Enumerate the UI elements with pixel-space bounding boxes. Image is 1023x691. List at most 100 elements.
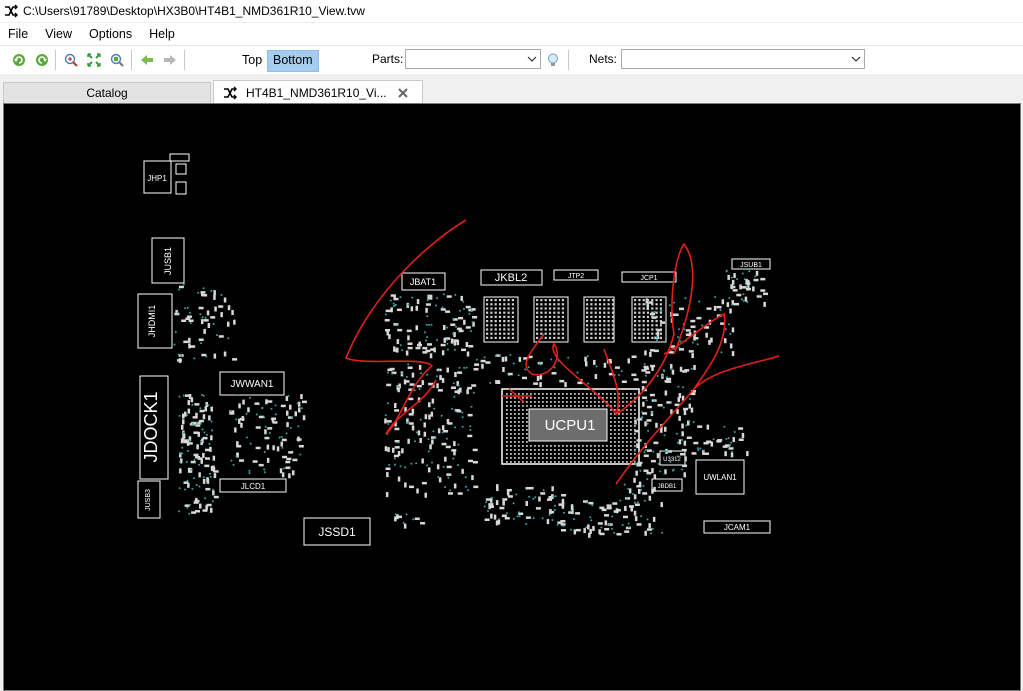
rotate-right-icon[interactable] — [33, 51, 51, 69]
via — [289, 426, 292, 429]
smd-pad — [589, 528, 592, 534]
tab-catalog[interactable]: Catalog — [3, 82, 211, 103]
zoom-fit-icon[interactable] — [85, 51, 103, 69]
smd-pad — [604, 528, 610, 531]
cpu-ball — [534, 449, 536, 451]
via — [636, 501, 639, 504]
via — [552, 495, 555, 498]
smd-pad — [653, 349, 659, 353]
smd-pad — [408, 397, 414, 401]
memory-ball — [553, 332, 556, 335]
via — [441, 431, 444, 434]
cpu-ball — [570, 449, 572, 451]
smd-pad — [213, 290, 216, 296]
via — [645, 399, 648, 402]
board-viewport[interactable]: JHP1 JUSB1 JHDMI1 JDOCK1 JUSB3 JWWAN1 JL… — [3, 103, 1021, 691]
smd-pad — [276, 446, 280, 452]
smd-pad — [191, 511, 197, 514]
zoom-in-icon[interactable] — [62, 51, 80, 69]
via — [701, 324, 704, 327]
zoom-area-icon[interactable] — [108, 51, 126, 69]
cpu-ball — [594, 461, 596, 463]
lightbulb-icon[interactable] — [544, 51, 562, 69]
cpu-ball — [554, 401, 556, 403]
via — [585, 501, 588, 504]
cpu-ball — [526, 457, 528, 459]
memory-ball — [642, 307, 645, 310]
cpu-ball — [538, 457, 540, 459]
via — [563, 511, 566, 514]
smd-pad — [760, 277, 766, 281]
smd-pad — [592, 526, 595, 531]
smd-pad — [255, 446, 261, 450]
pcb-board-canvas[interactable]: JHP1 JUSB1 JHDMI1 JDOCK1 JUSB3 JWWAN1 JL… — [4, 104, 1020, 690]
via — [587, 382, 590, 385]
forward-arrow-icon[interactable] — [161, 51, 179, 69]
via — [268, 432, 271, 434]
menu-options[interactable]: Options — [81, 23, 141, 45]
smd-pad — [587, 524, 590, 530]
cpu-ball — [566, 405, 568, 407]
via — [618, 374, 620, 376]
cpu-ball — [586, 453, 588, 455]
memory-ball — [598, 328, 602, 331]
memory-ball — [607, 336, 610, 339]
cpu-ball — [522, 437, 524, 439]
memory-ball — [486, 336, 489, 339]
rotate-left-icon[interactable] — [10, 51, 28, 69]
via — [401, 372, 404, 375]
via — [748, 270, 751, 273]
nets-combobox[interactable] — [621, 49, 865, 69]
memory-ball — [611, 307, 614, 310]
via — [483, 505, 486, 508]
via — [399, 296, 402, 299]
side-bottom-button[interactable]: Bottom — [267, 50, 319, 72]
menu-help[interactable]: Help — [141, 23, 184, 45]
menu-view[interactable]: View — [37, 23, 81, 45]
tab-board-view[interactable]: HT4B1_NMD361R10_Vi... — [213, 80, 423, 104]
cpu-ball — [598, 405, 600, 407]
smd-pad — [184, 411, 187, 417]
cpu-ball — [598, 461, 600, 463]
memory-ball — [490, 328, 493, 331]
memory-ball — [586, 336, 589, 339]
memory-ball — [634, 299, 637, 302]
smd-pad — [212, 455, 216, 461]
memory-ball — [507, 336, 510, 339]
smd-pad — [441, 377, 445, 383]
side-top-button[interactable]: Top — [237, 50, 267, 70]
smd-pad — [616, 533, 622, 536]
smd-pad — [638, 488, 641, 494]
cpu-ball — [570, 393, 572, 395]
via — [632, 493, 634, 495]
cpu-ball — [518, 401, 520, 403]
cpu-ball — [538, 445, 540, 447]
memory-ball — [586, 307, 589, 310]
cpu-ball — [618, 457, 620, 459]
smd-pad — [264, 436, 270, 440]
close-icon[interactable] — [397, 87, 409, 99]
via — [199, 313, 202, 316]
smd-pad — [446, 295, 452, 298]
smd-pad — [490, 513, 493, 519]
smd-pad — [267, 427, 273, 430]
via — [729, 332, 732, 335]
smd-pad — [407, 438, 410, 444]
smd-pad — [423, 431, 427, 437]
memory-ball — [507, 315, 510, 318]
memory-ball — [586, 299, 589, 302]
menu-file[interactable]: File — [0, 23, 37, 45]
cpu-ball — [578, 401, 580, 403]
memory-ball — [598, 320, 602, 323]
smd-pad — [271, 417, 275, 423]
smd-pad — [474, 363, 480, 366]
cpu-ball — [630, 429, 632, 431]
via — [627, 526, 630, 529]
cpu-ball — [562, 453, 564, 455]
parts-combobox[interactable] — [405, 49, 541, 69]
back-arrow-icon[interactable] — [138, 51, 156, 69]
smd-pad — [752, 286, 755, 292]
cpu-ball — [506, 401, 508, 403]
memory-ball — [655, 332, 658, 335]
cpu-ball — [518, 433, 520, 435]
